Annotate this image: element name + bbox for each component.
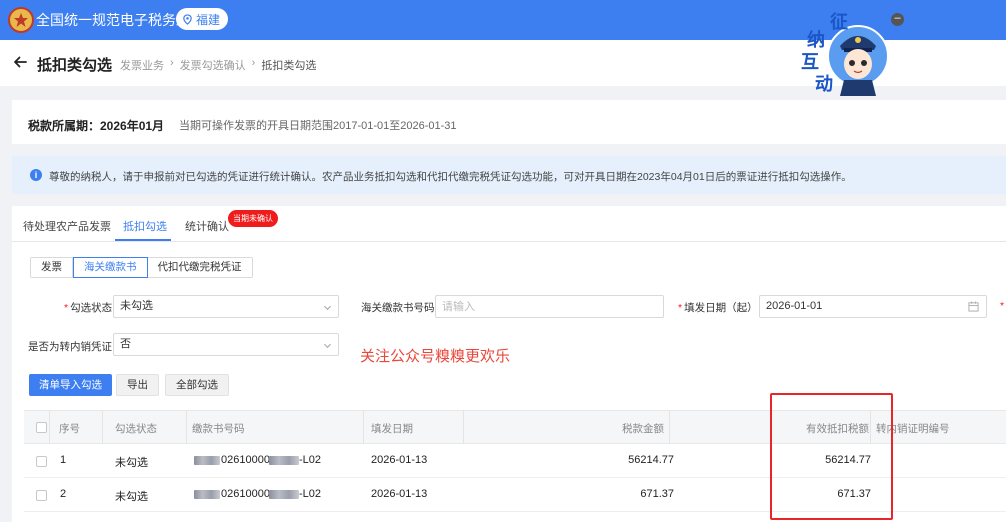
row-status: 未勾选 xyxy=(115,457,148,469)
tab-stat-confirm[interactable]: 统计确认 xyxy=(185,218,229,234)
row-tax-amount: 671.37 xyxy=(640,488,674,500)
breadcrumb-separator-icon: › xyxy=(251,57,256,69)
seg-customs-bill[interactable]: 海关缴款书 xyxy=(73,257,148,278)
region-label: 福建 xyxy=(196,12,221,27)
watermark-text: 关注公众号糗糗更欢乐 xyxy=(360,348,511,365)
mascot-char-zheng: 征 xyxy=(830,11,848,33)
row-bill-no-mid: 02610000 xyxy=(221,488,270,500)
seg-invoice[interactable]: 发票 xyxy=(31,258,73,277)
breadcrumb-item-confirm[interactable]: 发票勾选确认 xyxy=(180,57,246,73)
bill-no-label: 海关缴款书号码 xyxy=(361,302,435,314)
select-all-button[interactable]: 全部勾选 xyxy=(165,374,229,396)
tab-pending-agri[interactable]: 待处理农产品发票 xyxy=(23,218,111,234)
back-arrow-icon[interactable] xyxy=(12,54,28,70)
bill-no-input[interactable] xyxy=(435,295,664,318)
row-bill-no-tail: -L02 xyxy=(299,488,322,500)
row-fill-date: 2026-01-13 xyxy=(371,454,428,466)
breadcrumb-item-invoice[interactable]: 发票业务 xyxy=(120,57,164,73)
col-no: 序号 xyxy=(59,423,80,435)
fill-date-value: 2026-01-01 xyxy=(766,300,823,312)
interaction-mascot[interactable]: 征 纳 互 动 xyxy=(800,8,892,98)
main-panel: 待处理农产品发票 抵扣勾选 统计确认 当期未确认 发票 海关缴款书 代扣代缴完税… xyxy=(12,206,1006,522)
mascot-char-dong: 动 xyxy=(815,74,833,95)
transfer-select[interactable]: 否 xyxy=(113,333,339,356)
mascot-char-hu: 互 xyxy=(801,52,819,73)
transfer-value: 否 xyxy=(120,338,131,350)
bill-table: 序号 勾选状态 缴款书号码 填发日期 税款金额 有效抵扣税额 转内销证明编号 1… xyxy=(24,410,1006,522)
fill-date-picker[interactable]: 2026-01-01 xyxy=(759,295,987,318)
col-fill-date: 填发日期 xyxy=(371,423,413,435)
minimize-icon[interactable]: – xyxy=(891,13,904,26)
row-no: 2 xyxy=(60,488,67,500)
check-status-label: * 勾选状态 xyxy=(64,302,113,314)
import-select-button[interactable]: 清单导入勾选 xyxy=(29,374,112,396)
info-notice: i 尊敬的纳税人，请于申报前对已勾选的凭证进行统计确认。农产品业务抵扣勾选和代扣… xyxy=(12,156,1006,194)
row-checkbox[interactable] xyxy=(36,490,47,501)
col-bill-no: 缴款书号码 xyxy=(192,423,245,435)
emblem-star-icon xyxy=(14,13,28,27)
row-effective-deduct: 671.37 xyxy=(837,488,871,500)
date-range-hint: 当期可操作发票的开具日期范围2017-01-01至2026-01-31 xyxy=(179,120,457,132)
tab-bar: 待处理农产品发票 抵扣勾选 统计确认 当期未确认 xyxy=(12,206,1006,242)
redacted-bill-prefix xyxy=(194,456,220,465)
export-button[interactable]: 导出 xyxy=(116,374,159,396)
tax-emblem-logo xyxy=(8,7,34,33)
calendar-icon xyxy=(968,301,979,312)
region-selector[interactable]: 福建 xyxy=(176,8,229,30)
col-effective-deduct: 有效抵扣税额 xyxy=(806,423,869,435)
row-tax-amount: 56214.77 xyxy=(628,454,674,466)
fill-date-label: * 填发日期（起） xyxy=(678,302,758,314)
col-status: 勾选状态 xyxy=(115,423,157,435)
row-no: 1 xyxy=(60,454,67,466)
chevron-down-icon xyxy=(323,305,332,311)
breadcrumb-separator-icon: › xyxy=(170,57,174,69)
check-status-select[interactable]: 未勾选 xyxy=(113,295,339,318)
table-header: 序号 勾选状态 缴款书号码 填发日期 税款金额 有效抵扣税额 转内销证明编号 xyxy=(24,410,1006,444)
tax-period-label: 税款所属期：2026年01月 xyxy=(28,119,165,133)
col-tax-amount: 税款金额 xyxy=(622,423,664,435)
row-checkbox[interactable] xyxy=(36,456,47,467)
breadcrumb-item-current: 抵扣类勾选 xyxy=(261,60,317,72)
required-mark-cutoff: * xyxy=(1000,300,1005,312)
col-transfer-cert: 转内销证明编号 xyxy=(876,423,950,435)
info-icon: i xyxy=(30,169,42,181)
row-fill-date: 2026-01-13 xyxy=(371,488,428,500)
unconfirmed-badge: 当期未确认 xyxy=(228,210,278,227)
location-pin-icon xyxy=(183,13,192,25)
table-row[interactable]: 1 未勾选 02610000 -L02 2026-01-13 56214.77 … xyxy=(24,444,1006,478)
mascot-char-na: 纳 xyxy=(807,29,825,51)
notice-text: 尊敬的纳税人，请于申报前对已勾选的凭证进行统计确认。农产品业务抵扣勾选和代扣代缴… xyxy=(49,171,852,183)
app-title: 全国统一规范电子税务局 xyxy=(36,12,190,28)
row-effective-deduct: 56214.77 xyxy=(825,454,871,466)
voucher-type-switch: 发票 海关缴款书 代扣代缴完税凭证 xyxy=(30,257,253,278)
select-all-checkbox[interactable] xyxy=(36,422,47,433)
redacted-bill-prefix xyxy=(194,490,220,499)
row-status: 未勾选 xyxy=(115,491,148,503)
page-title: 抵扣类勾选 xyxy=(37,57,113,74)
tax-period-card: 税款所属期：2026年01月 当期可操作发票的开具日期范围2017-01-01至… xyxy=(12,100,1006,144)
check-status-value: 未勾选 xyxy=(120,300,153,312)
chevron-down-icon xyxy=(323,343,332,349)
tab-deduct-select[interactable]: 抵扣勾选 xyxy=(123,218,167,234)
row-bill-no-tail: -L02 xyxy=(299,454,322,466)
row-bill-no-mid: 02610000 xyxy=(221,454,270,466)
table-row[interactable]: 2 未勾选 02610000 -L02 2026-01-13 671.37 67… xyxy=(24,478,1006,512)
seg-withholding[interactable]: 代扣代缴完税凭证 xyxy=(147,258,252,277)
breadcrumb: 发票业务 › 发票勾选确认 › 抵扣类勾选 xyxy=(120,57,316,73)
redacted-bill-middle xyxy=(269,456,299,465)
transfer-label: 是否为转内销凭证 xyxy=(28,341,112,353)
active-tab-indicator xyxy=(115,239,171,241)
redacted-bill-middle xyxy=(269,490,299,499)
